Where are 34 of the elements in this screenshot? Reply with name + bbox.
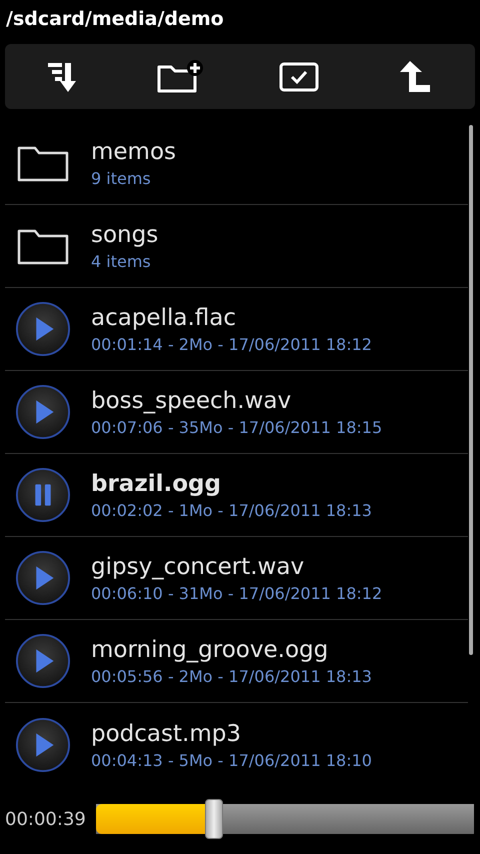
file-details: 9 items bbox=[91, 169, 152, 188]
play-icon[interactable] bbox=[15, 716, 71, 774]
file-details: 00:05:56 - 2Mo - 17/06/2011 18:13 bbox=[91, 667, 372, 686]
file-name: podcast.mp3 bbox=[91, 720, 242, 748]
file-details: 00:06:10 - 31Mo - 17/06/2011 18:12 bbox=[91, 584, 382, 603]
file-details: 00:04:13 - 5Mo - 17/06/2011 18:10 bbox=[91, 750, 372, 770]
file-details: 00:07:06 - 35Mo - 17/06/2011 18:15 bbox=[91, 418, 382, 437]
file-name: brazil.ogg bbox=[91, 470, 222, 498]
play-icon[interactable] bbox=[15, 632, 71, 690]
folder-path: /sdcard/media/demo bbox=[5, 7, 225, 32]
file-row[interactable]: boss_speech.wav 00:07:06 - 35Mo - 17/06/2011 18:15 bbox=[5, 371, 468, 454]
file-row[interactable]: acapella.flac 00:01:14 - 2Mo - 17/06/2011 18:12 bbox=[5, 288, 468, 371]
file-name: boss_speech.wav bbox=[91, 387, 292, 415]
file-details: 00:02:02 - 1Mo - 17/06/2011 18:13 bbox=[91, 501, 372, 520]
play-icon[interactable] bbox=[15, 549, 71, 607]
file-row[interactable]: morning_groove.ogg 00:05:56 - 2Mo - 17/06/2011 18:13 bbox=[5, 620, 468, 703]
play-icon[interactable] bbox=[15, 300, 71, 358]
pause-icon[interactable] bbox=[15, 466, 71, 524]
file-row[interactable]: podcast.mp3 00:04:13 - 5Mo - 17/06/2011 18:10 bbox=[5, 703, 468, 786]
playback-time: 00:00:39 bbox=[5, 808, 86, 830]
file-name: songs bbox=[91, 221, 158, 249]
file-name: acapella.flac bbox=[91, 304, 237, 332]
file-name: morning_groove.ogg bbox=[91, 636, 330, 664]
file-details: 4 items bbox=[91, 252, 152, 271]
seek-thumb[interactable] bbox=[204, 799, 223, 839]
file-name: gipsy_concert.wav bbox=[91, 553, 306, 581]
file-row[interactable]: memos 9 items bbox=[5, 122, 468, 205]
scrollbar[interactable] bbox=[469, 125, 473, 655]
file-row[interactable]: gipsy_concert.wav 00:06:10 - 31Mo - 17/06/2011 18:12 bbox=[5, 537, 468, 620]
file-row[interactable]: songs 4 items bbox=[5, 205, 468, 288]
file-name: memos bbox=[91, 138, 176, 166]
file-row[interactable]: brazil.ogg 00:02:02 - 1Mo - 17/06/2011 18:13 bbox=[5, 454, 468, 537]
file-details: 00:01:14 - 2Mo - 17/06/2011 18:12 bbox=[91, 335, 372, 354]
play-icon[interactable] bbox=[15, 383, 71, 441]
